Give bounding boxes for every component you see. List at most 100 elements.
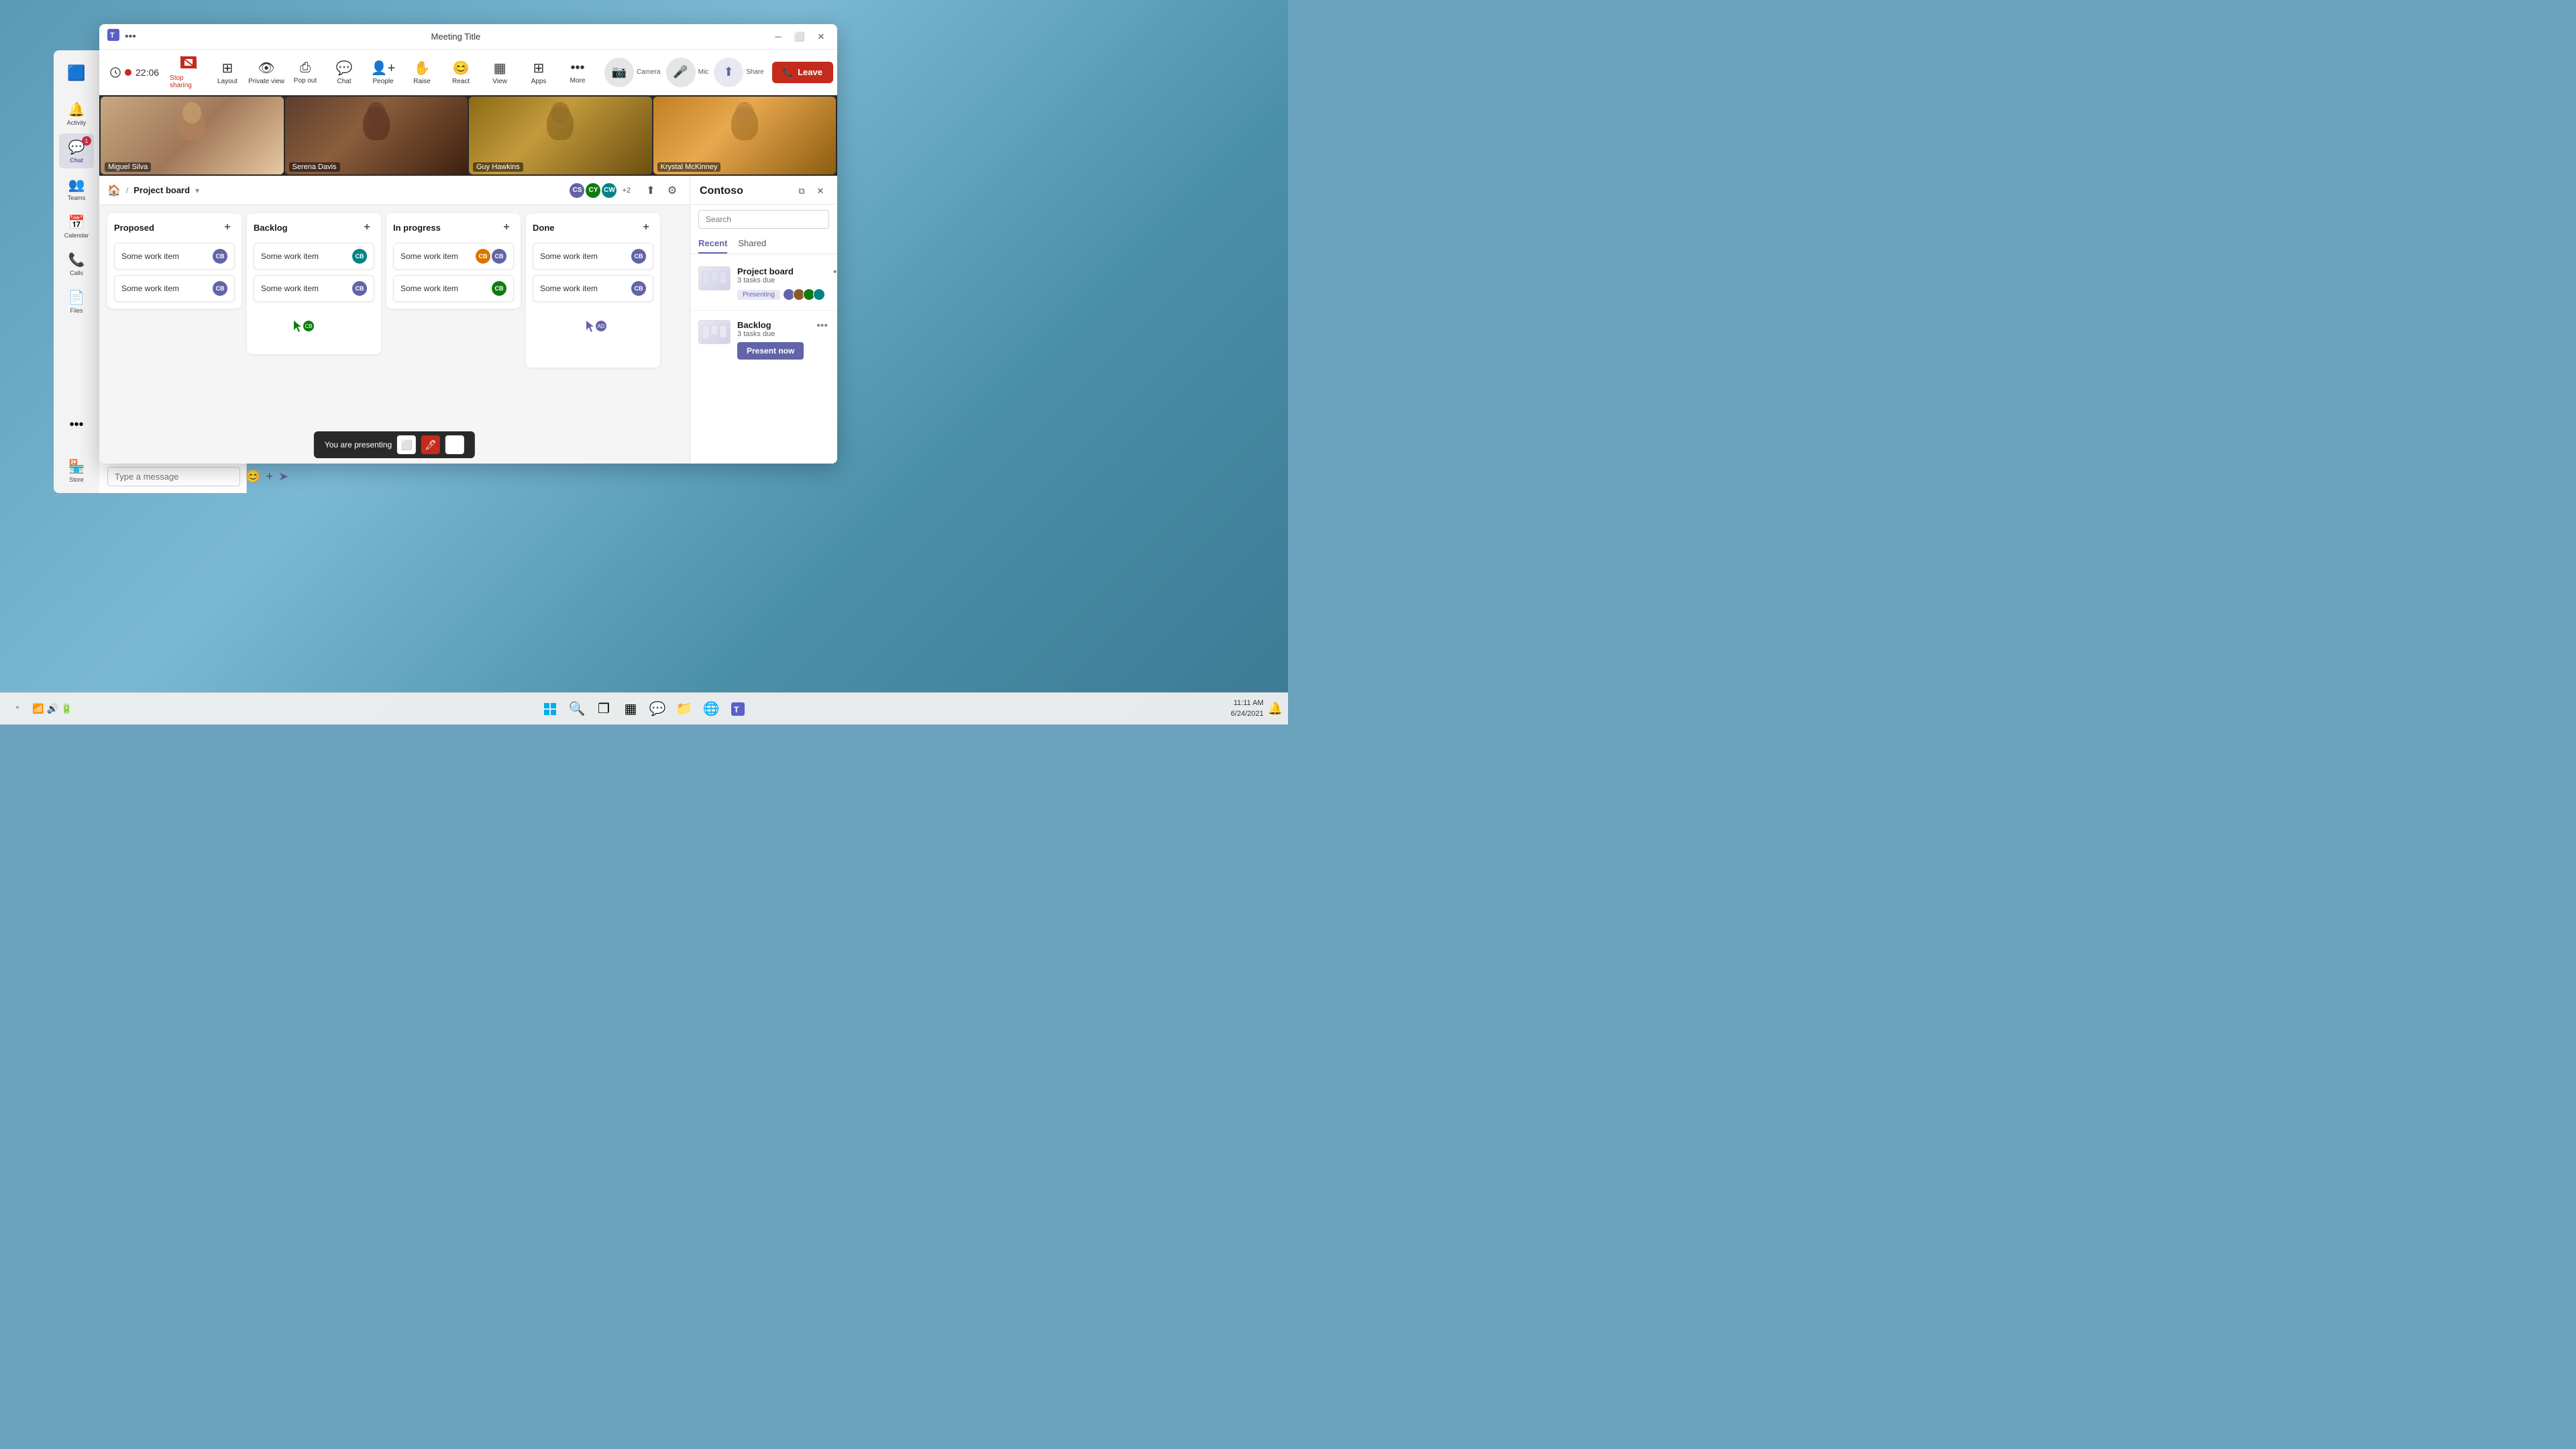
- people-button[interactable]: 👤+ People: [364, 55, 402, 90]
- message-input[interactable]: [107, 467, 240, 486]
- present-now-button[interactable]: Present now: [737, 342, 804, 360]
- settings-board-icon[interactable]: ⚙: [663, 181, 682, 200]
- sidebar-item-more[interactable]: •••: [59, 407, 94, 442]
- kanban-card[interactable]: Some work item CB: [393, 275, 514, 302]
- taskview-button[interactable]: ❐: [592, 697, 616, 721]
- raise-button[interactable]: ✋ Raise: [403, 55, 441, 90]
- maximize-button[interactable]: ⬜: [792, 29, 808, 45]
- teams-rail: 🟦 🔔 Activity 💬 Chat 1 👥 Teams 📅 Calendar…: [54, 50, 99, 493]
- presenting-bar: You are presenting ⬜ 🖊 ✏: [314, 431, 475, 458]
- board-name[interactable]: Project board: [133, 185, 190, 195]
- participant-video-krystal[interactable]: Krystal McKinney: [653, 97, 837, 174]
- tab-shared[interactable]: Shared: [738, 234, 766, 254]
- kanban-card[interactable]: Some work item CB: [114, 275, 235, 302]
- sidebar-item-activity[interactable]: 🔔 Activity: [59, 96, 94, 131]
- sound-icon[interactable]: 🔊: [46, 703, 58, 714]
- edge-button[interactable]: 🌐: [699, 697, 723, 721]
- message-input-bar: 😊 + ➤: [99, 460, 246, 493]
- notifications-button[interactable]: 🔔: [1268, 702, 1283, 716]
- board-avatar-count: +2: [622, 186, 631, 195]
- participant-video-guy[interactable]: Guy Hawkins: [469, 97, 652, 174]
- contoso-item-name-2: Backlog: [737, 320, 808, 330]
- minimize-button[interactable]: ─: [770, 29, 786, 45]
- contoso-item-project-board[interactable]: Project board 3 tasks due Presenting: [690, 260, 837, 307]
- add-card-done[interactable]: +: [639, 220, 653, 235]
- pop-out-button[interactable]: ⎙ Pop out: [286, 55, 324, 90]
- taskbar-center: 🔍 ❐ ▦ 💬 📁 🌐 T: [538, 697, 750, 721]
- kanban-card[interactable]: Some work item CB CB: [393, 243, 514, 270]
- add-card-backlog[interactable]: +: [360, 220, 374, 235]
- contoso-close-button[interactable]: ✕: [813, 184, 828, 199]
- teams-chat-taskbar-button[interactable]: 💬: [645, 697, 669, 721]
- contoso-item-backlog[interactable]: Backlog 3 tasks due Present now •••: [690, 313, 837, 366]
- kanban-card[interactable]: Some work item CB: [254, 243, 374, 270]
- taskbar-chevron-button[interactable]: ^: [5, 697, 30, 721]
- sidebar-item-calendar[interactable]: 📅 Calendar: [59, 209, 94, 244]
- remote-cursor-cb: CB: [294, 321, 314, 333]
- contoso-minimize-button[interactable]: ⧉: [794, 184, 809, 199]
- apps-button[interactable]: ⊞ Apps: [520, 55, 557, 90]
- card-assignee: CB: [213, 281, 227, 296]
- sidebar-item-files[interactable]: 📄 Files: [59, 284, 94, 319]
- mic-button[interactable]: 🎤: [666, 58, 696, 87]
- c-avatar-4: [813, 288, 825, 301]
- attach-button[interactable]: +: [266, 466, 273, 488]
- home-icon[interactable]: 🏠: [107, 184, 121, 197]
- more-button[interactable]: ••• More: [559, 55, 596, 90]
- meeting-timer: 22:06: [110, 67, 159, 78]
- kanban-card[interactable]: Some work item CB: [254, 275, 374, 302]
- widgets-button[interactable]: ▦: [619, 697, 643, 721]
- item-more-button-1[interactable]: •••: [832, 266, 837, 278]
- participant-video-miguel[interactable]: Miguel Silva: [101, 97, 284, 174]
- layout-button[interactable]: ⊞ Layout: [209, 55, 246, 90]
- sidebar-item-store[interactable]: 🏪 Store: [59, 453, 94, 488]
- column-header-proposed: Proposed +: [114, 220, 235, 237]
- card-assignee-orange: CB: [476, 249, 490, 264]
- teams-logo-icon[interactable]: 🟦: [59, 56, 94, 91]
- camera-icon: 📷: [612, 65, 627, 79]
- start-button[interactable]: [538, 697, 562, 721]
- wifi-icon[interactable]: 📶: [32, 703, 44, 714]
- share-button[interactable]: ⬆: [714, 58, 743, 87]
- chat-button[interactable]: 💬 Chat: [325, 55, 363, 90]
- search-button[interactable]: 🔍: [565, 697, 589, 721]
- tool-button-marker[interactable]: ✏: [445, 435, 464, 454]
- send-button[interactable]: ➤: [278, 466, 288, 488]
- teams-taskbar-button[interactable]: T: [726, 697, 750, 721]
- private-view-button[interactable]: 👁 Private view: [248, 55, 285, 90]
- kanban-card[interactable]: Some work item CB: [533, 275, 653, 302]
- leave-button[interactable]: 📞 Leave: [772, 62, 833, 83]
- tool-button-white[interactable]: ⬜: [397, 435, 416, 454]
- search-taskbar-icon: 🔍: [569, 700, 586, 717]
- add-card-inprogress[interactable]: +: [499, 220, 514, 235]
- camera-button[interactable]: 📷: [604, 58, 634, 87]
- item-more-button-2[interactable]: •••: [815, 320, 829, 332]
- windows-logo-icon: [543, 702, 557, 716]
- cursor-area-done: AD: [533, 307, 653, 361]
- emoji-button[interactable]: 😊: [246, 466, 260, 488]
- stop-sharing-icon: [179, 55, 198, 70]
- contoso-item-actions: Presenting: [737, 288, 825, 301]
- window-menu-dots[interactable]: •••: [125, 31, 136, 43]
- participant-name-krystal: Krystal McKinney: [657, 162, 721, 172]
- sidebar-item-calls[interactable]: 📞 Calls: [59, 246, 94, 281]
- battery-icon[interactable]: 🔋: [61, 703, 72, 714]
- kanban-column-proposed: Proposed + Some work item CB Some work i…: [107, 213, 241, 309]
- view-button[interactable]: ▦ View: [481, 55, 519, 90]
- kanban-card[interactable]: Some work item CB: [533, 243, 653, 270]
- share-board-icon[interactable]: ⬆: [641, 181, 660, 200]
- sidebar-item-teams[interactable]: 👥 Teams: [59, 171, 94, 206]
- apps-icon: ⊞: [533, 60, 545, 76]
- contoso-search[interactable]: [698, 210, 829, 229]
- explorer-button[interactable]: 📁: [672, 697, 696, 721]
- react-button[interactable]: 😊 React: [442, 55, 480, 90]
- close-button[interactable]: ✕: [813, 29, 829, 45]
- tab-recent[interactable]: Recent: [698, 234, 727, 254]
- stop-sharing-button[interactable]: Stop sharing: [170, 55, 207, 90]
- add-card-proposed[interactable]: +: [220, 220, 235, 235]
- tool-button-red[interactable]: 🖊: [421, 435, 440, 454]
- kanban-card[interactable]: Some work item CB: [114, 243, 235, 270]
- leave-icon: 📞: [783, 67, 794, 78]
- participant-video-serena[interactable]: Serena Davis: [285, 97, 468, 174]
- sidebar-item-chat[interactable]: 💬 Chat 1: [59, 133, 94, 168]
